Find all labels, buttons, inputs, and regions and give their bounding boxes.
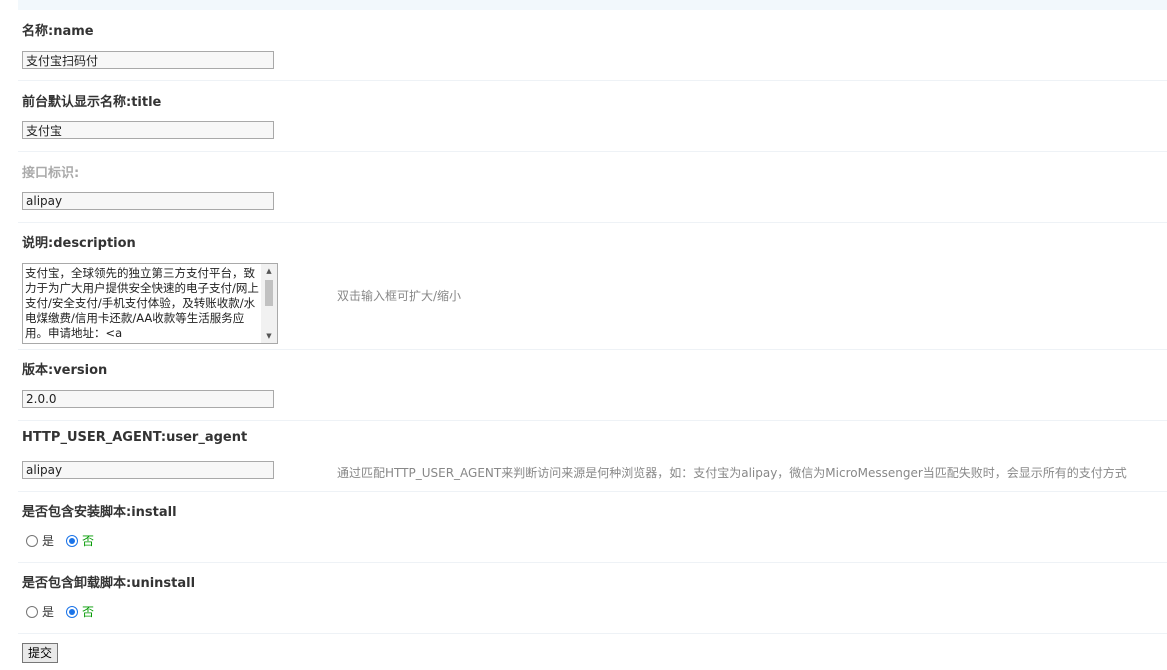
name-input[interactable] bbox=[22, 51, 274, 69]
code-input[interactable] bbox=[22, 192, 274, 210]
install-radio-no[interactable] bbox=[66, 534, 79, 547]
description-scrollbar[interactable]: ▲ ▼ bbox=[261, 264, 277, 343]
submit-button[interactable]: 提交 bbox=[22, 643, 59, 663]
description-label: 说明:description bbox=[22, 236, 136, 251]
row-version: 版本:version bbox=[18, 350, 1167, 421]
row-uninstall: 是否包含卸载脚本:uninstall 是 否 bbox=[18, 563, 1167, 634]
row-code: 接口标识: bbox=[18, 152, 1167, 223]
install-yes-label: 是 bbox=[42, 534, 55, 548]
description-text: 支付宝，全球领先的独立第三方支付平台，致力于为广大用户提供安全快速的电子支付/网… bbox=[25, 266, 259, 340]
user-agent-hint: 通过匹配HTTP_USER_AGENT来判断访问来源是何种浏览器，如：支付宝为a… bbox=[337, 466, 1127, 480]
uninstall-option-no[interactable]: 否 bbox=[66, 603, 94, 620]
row-install: 是否包含安装脚本:install 是 否 bbox=[18, 492, 1167, 563]
description-hint: 双击输入框可扩大/缩小 bbox=[337, 289, 462, 303]
scroll-up-icon[interactable]: ▲ bbox=[261, 264, 277, 278]
code-label: 接口标识: bbox=[22, 166, 80, 181]
row-user-agent: HTTP_USER_AGENT:user_agent 通过匹配HTTP_USER… bbox=[18, 421, 1167, 492]
scroll-thumb[interactable] bbox=[265, 280, 273, 306]
install-radio-yes[interactable] bbox=[26, 534, 38, 547]
version-input[interactable] bbox=[22, 390, 274, 408]
row-name: 名称:name bbox=[18, 10, 1167, 81]
uninstall-label: 是否包含卸载脚本:uninstall bbox=[22, 576, 196, 591]
top-band bbox=[18, 0, 1167, 10]
install-option-yes[interactable]: 是 bbox=[26, 532, 54, 549]
title-label: 前台默认显示名称:title bbox=[22, 95, 162, 110]
uninstall-yes-label: 是 bbox=[42, 605, 55, 619]
install-option-no[interactable]: 否 bbox=[66, 532, 94, 549]
uninstall-radio-no[interactable] bbox=[66, 605, 79, 618]
scroll-down-icon[interactable]: ▼ bbox=[261, 329, 277, 343]
version-label: 版本:version bbox=[22, 363, 108, 378]
row-title: 前台默认显示名称:title bbox=[18, 81, 1167, 152]
uninstall-radio-group: 是 否 bbox=[26, 603, 94, 620]
install-label: 是否包含安装脚本:install bbox=[22, 505, 177, 520]
row-description: 说明:description 支付宝，全球领先的独立第三方支付平台，致力于为广大… bbox=[18, 223, 1167, 350]
name-label: 名称:name bbox=[22, 24, 94, 39]
title-input[interactable] bbox=[22, 121, 274, 139]
install-no-label: 否 bbox=[82, 534, 95, 548]
user-agent-input[interactable] bbox=[22, 461, 274, 479]
uninstall-option-yes[interactable]: 是 bbox=[26, 603, 54, 620]
user-agent-label: HTTP_USER_AGENT:user_agent bbox=[22, 430, 248, 445]
install-radio-group: 是 否 bbox=[26, 532, 94, 549]
uninstall-no-label: 否 bbox=[82, 605, 95, 619]
uninstall-radio-yes[interactable] bbox=[26, 605, 38, 618]
description-textarea[interactable]: 支付宝，全球领先的独立第三方支付平台，致力于为广大用户提供安全快速的电子支付/网… bbox=[22, 263, 278, 344]
